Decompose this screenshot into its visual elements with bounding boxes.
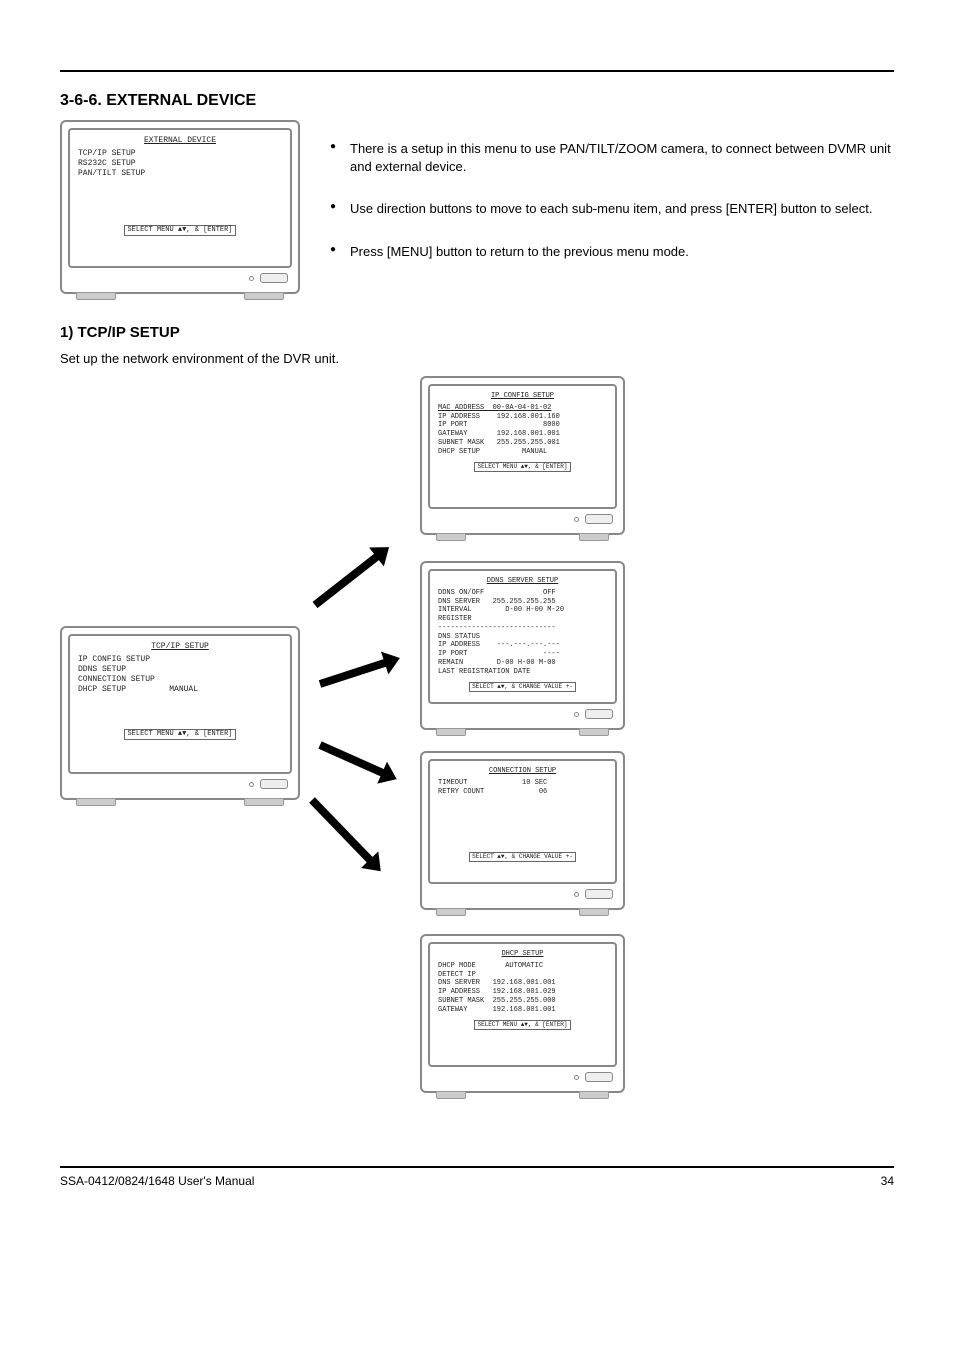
monitor-button xyxy=(260,273,288,283)
config-line: RETRY COUNT 06 xyxy=(438,788,607,797)
config-line: DNS STATUS xyxy=(438,633,607,642)
config-line: TIMEOUT 10 SEC xyxy=(438,779,607,788)
power-led-icon xyxy=(574,1075,579,1080)
screen-title: CONNECTION SETUP xyxy=(438,767,607,776)
section-heading: 3-6-6. EXTERNAL DEVICE xyxy=(60,92,894,110)
config-line: DHCP SETUP MANUAL xyxy=(438,448,607,457)
screen-footer: SELECT MENU ▲▼, & [ENTER] xyxy=(124,729,235,740)
config-line: REGISTER xyxy=(438,615,607,624)
arrow-icon xyxy=(313,553,381,609)
monitor-base xyxy=(428,704,617,722)
config-line: IP ADDRESS 192.168.001.029 xyxy=(438,988,607,997)
config-line: DNS SERVER 255.255.255.255 xyxy=(438,598,607,607)
subsection-description: Set up the network environment of the DV… xyxy=(60,351,894,366)
screen-footer: SELECT MENU ▲▼, & [ENTER] xyxy=(474,462,570,472)
monitor-tcpip-setup: TCP/IP SETUP IP CONFIG SETUP DDNS SETUP … xyxy=(60,626,300,800)
config-line: GATEWAY 192.168.001.001 xyxy=(438,1006,607,1015)
config-line: IP PORT 8000 xyxy=(438,421,607,430)
mac-line: MAC ADDRESS 00-0A-04-01-02 xyxy=(438,404,607,413)
menu-line: DHCP SETUP MANUAL xyxy=(78,685,282,695)
config-line: SUBNET MASK 255.255.255.001 xyxy=(438,439,607,448)
screen: IP CONFIG SETUP MAC ADDRESS 00-0A-04-01-… xyxy=(428,384,617,509)
document-page: 3-6-6. EXTERNAL DEVICE EXTERNAL DEVICE T… xyxy=(0,0,954,1208)
config-line: SUBNET MASK 255.255.255.000 xyxy=(438,997,607,1006)
config-line: LAST REGISTRATION DATE xyxy=(438,668,607,677)
subsection-heading: 1) TCP/IP SETUP xyxy=(60,324,894,341)
screen-title: IP CONFIG SETUP xyxy=(438,392,607,401)
footer-manual-title: SSA-0412/0824/1648 User's Manual xyxy=(60,1174,254,1188)
menu-line: RS232C SETUP xyxy=(78,159,282,169)
screen: DHCP SETUP DHCP MODE AUTOMATIC DETECT IP… xyxy=(428,942,617,1067)
monitor-base xyxy=(68,774,292,792)
config-line: DDNS ON/OFF OFF xyxy=(438,589,607,598)
screen-footer: SELECT ▲▼, & CHANGE VALUE +- xyxy=(469,852,576,862)
monitor-base xyxy=(428,509,617,527)
footer-page-number: 34 xyxy=(881,1174,894,1188)
config-line: INTERVAL D-00 H-00 M-20 xyxy=(438,606,607,615)
menu-line: DDNS SETUP xyxy=(78,665,282,675)
power-led-icon xyxy=(574,892,579,897)
monitor-external-device: EXTERNAL DEVICE TCP/IP SETUP RS232C SETU… xyxy=(60,120,300,294)
config-line: DNS SERVER 192.168.001.001 xyxy=(438,979,607,988)
bullet-item: There is a setup in this menu to use PAN… xyxy=(330,140,894,176)
screen-title: DHCP SETUP xyxy=(438,950,607,959)
bullet-item: Press [MENU] button to return to the pre… xyxy=(330,243,894,261)
screen-title: DDNS SERVER SETUP xyxy=(438,577,607,586)
monitor-button xyxy=(585,709,613,719)
monitor-ip-config: IP CONFIG SETUP MAC ADDRESS 00-0A-04-01-… xyxy=(420,376,625,535)
screen-footer: SELECT ▲▼, & CHANGE VALUE +- xyxy=(469,682,576,692)
screen: CONNECTION SETUP TIMEOUT 10 SEC RETRY CO… xyxy=(428,759,617,884)
monitor-button xyxy=(585,514,613,524)
power-led-icon xyxy=(574,712,579,717)
tcpip-diagram: TCP/IP SETUP IP CONFIG SETUP DDNS SETUP … xyxy=(60,376,894,1136)
config-line: DHCP MODE AUTOMATIC xyxy=(438,962,607,971)
menu-line: IP CONFIG SETUP xyxy=(78,655,282,665)
screen-title: EXTERNAL DEVICE xyxy=(78,136,282,146)
monitor-dhcp: DHCP SETUP DHCP MODE AUTOMATIC DETECT IP… xyxy=(420,934,625,1093)
config-line: IP ADDRESS ---.---.---.--- xyxy=(438,641,607,650)
monitor-ddns: DDNS SERVER SETUP DDNS ON/OFF OFF DNS SE… xyxy=(420,561,625,730)
screen-footer: SELECT MENU ▲▼, & [ENTER] xyxy=(124,225,235,236)
page-footer: SSA-0412/0824/1648 User's Manual 34 xyxy=(60,1166,894,1188)
screen: EXTERNAL DEVICE TCP/IP SETUP RS232C SETU… xyxy=(68,128,292,268)
config-line: REMAIN D-00 H-00 M-00 xyxy=(438,659,607,668)
menu-line: PAN/TILT SETUP xyxy=(78,169,282,179)
screen-title: TCP/IP SETUP xyxy=(78,642,282,652)
monitor-button xyxy=(585,889,613,899)
bullet-item: Use direction buttons to move to each su… xyxy=(330,200,894,218)
power-led-icon xyxy=(249,782,254,787)
menu-line: TCP/IP SETUP xyxy=(78,149,282,159)
monitor-base xyxy=(428,1067,617,1085)
screen-footer: SELECT MENU ▲▼, & [ENTER] xyxy=(474,1020,570,1030)
power-led-icon xyxy=(574,517,579,522)
config-line: ---------------------------- xyxy=(438,624,607,633)
config-line: IP PORT ---- xyxy=(438,650,607,659)
config-line: GATEWAY 192.168.001.001 xyxy=(438,430,607,439)
arrow-icon xyxy=(318,741,385,777)
menu-line: CONNECTION SETUP xyxy=(78,675,282,685)
monitor-button xyxy=(260,779,288,789)
power-led-icon xyxy=(249,276,254,281)
arrow-icon xyxy=(309,797,374,864)
monitor-base xyxy=(428,884,617,902)
bullet-list: There is a setup in this menu to use PAN… xyxy=(330,140,894,285)
external-device-row: EXTERNAL DEVICE TCP/IP SETUP RS232C SETU… xyxy=(60,120,894,294)
config-line: DETECT IP xyxy=(438,971,607,980)
config-line: IP ADDRESS 192.168.001.160 xyxy=(438,413,607,422)
arrow-icon xyxy=(319,659,388,688)
screen: TCP/IP SETUP IP CONFIG SETUP DDNS SETUP … xyxy=(68,634,292,774)
top-horizontal-rule xyxy=(60,70,894,72)
monitor-button xyxy=(585,1072,613,1082)
monitor-connection: CONNECTION SETUP TIMEOUT 10 SEC RETRY CO… xyxy=(420,751,625,910)
screen: DDNS SERVER SETUP DDNS ON/OFF OFF DNS SE… xyxy=(428,569,617,704)
monitor-base xyxy=(68,268,292,286)
